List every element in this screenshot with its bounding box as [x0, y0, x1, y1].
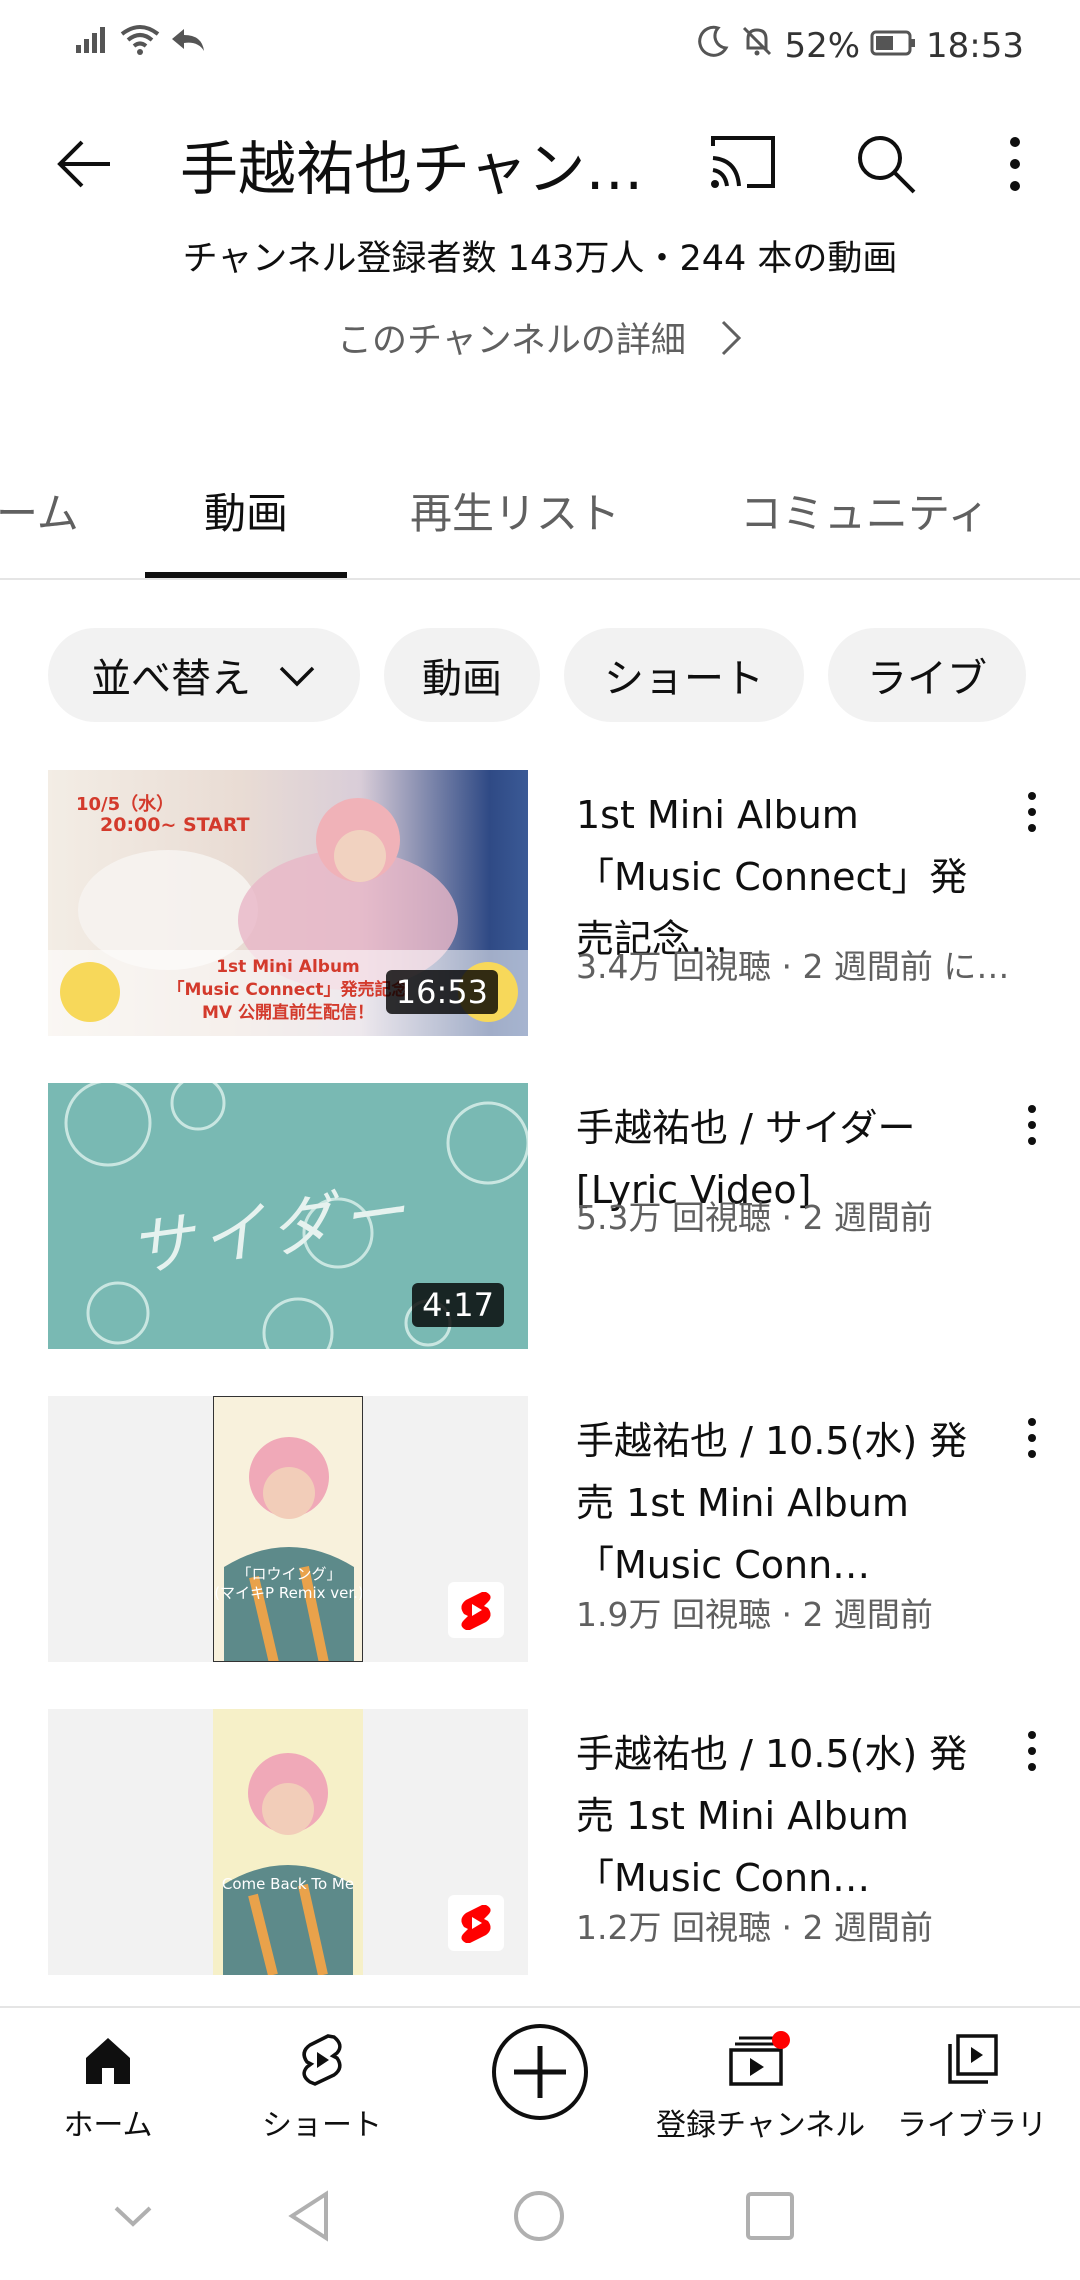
chevron-down-icon[interactable]	[108, 2196, 158, 2240]
video-thumbnail[interactable]: サイダー 4:17	[48, 1083, 528, 1349]
thumb-line2: (マイキP Remix ver.)	[214, 1584, 363, 1602]
video-thumbnail[interactable]: Come Back To Me	[48, 1709, 528, 1975]
search-icon[interactable]	[846, 124, 926, 204]
battery-icon	[870, 26, 916, 66]
details-label: このチャンネルの詳細	[336, 321, 686, 361]
battery-percent: 52%	[784, 25, 861, 66]
sort-chip[interactable]: 並べ替え	[48, 628, 360, 722]
shorts-badge-icon	[448, 1582, 504, 1638]
thumb-caption: 1st Mini Album 「Music Connect」発売記念 MV 公開…	[158, 956, 418, 1025]
channel-title: 手越祐也チャン…	[180, 135, 644, 203]
thumb-date: 10/5（水）	[76, 794, 175, 815]
signal-icon	[74, 25, 110, 59]
video-duration: 16:53	[385, 970, 498, 1014]
back-icon[interactable]	[50, 124, 130, 204]
create-button[interactable]	[440, 2022, 640, 2126]
thumb-time: 20:00~ START	[100, 814, 250, 836]
video-meta: 5.3万 回視聴 · 2 週間前	[576, 1198, 933, 1237]
back-arrow-icon	[170, 25, 206, 59]
thumb-caption: 「ロウイング」 (マイキP Remix ver.)	[214, 1565, 363, 1603]
more-vert-icon[interactable]	[1010, 1410, 1054, 1470]
nav-subscriptions-label: 登録チャンネル	[656, 2108, 866, 2143]
short-frame: Come Back To Me	[213, 1709, 363, 1975]
tab-home[interactable]: ーム	[0, 480, 79, 541]
tab-playlists[interactable]: 再生リスト	[410, 480, 620, 541]
shorts-icon	[302, 2034, 342, 2086]
thumb-line2: 「Music Connect」発売記念	[167, 980, 409, 1000]
nav-home-icon[interactable]	[511, 2188, 567, 2248]
shorts-chip[interactable]: ショート	[564, 628, 804, 722]
subscriber-count: チャンネル登録者数 143万人・244 本の動画	[182, 239, 898, 279]
top-app-bar: 手越祐也チャン…	[0, 100, 1080, 230]
video-duration: 4:17	[412, 1283, 504, 1327]
more-vert-icon[interactable]	[1010, 1097, 1054, 1157]
nav-subscriptions[interactable]: 登録チャンネル	[656, 2030, 866, 2144]
video-title[interactable]: 手越祐也 / 10.5(水) 発売 1st Mini Album「Music C…	[576, 1723, 996, 1909]
chevron-right-icon	[719, 318, 743, 367]
more-vert-icon[interactable]	[975, 124, 1055, 204]
video-item[interactable]: サイダー 4:17 手越祐也 / サイダー [Lyric Video] 5.3万…	[0, 1083, 1080, 1363]
nav-library[interactable]: ライブラリ	[872, 2030, 1072, 2144]
nav-shorts-label: ショート	[262, 2108, 382, 2143]
thumb-line1: 「ロウイング」	[236, 1565, 342, 1583]
bottom-navigation: ホーム ショート 登録チャンネル ライブラリ	[0, 2006, 1080, 2158]
thumbnail-art	[223, 1753, 353, 1975]
video-item[interactable]: Come Back To Me 手越祐也 / 10.5(水) 発売 1st Mi…	[0, 1709, 1080, 1989]
status-time: 18:53	[926, 25, 1024, 66]
more-vert-icon[interactable]	[1010, 784, 1054, 844]
library-icon	[948, 2034, 998, 2084]
thumbnail-art	[224, 1437, 354, 1661]
channel-details-link[interactable]: このチャンネルの詳細	[0, 312, 1080, 367]
thumb-line1: 1st Mini Album	[216, 957, 360, 977]
channel-tabs: ーム 動画 再生リスト コミュニティ	[0, 440, 1080, 580]
video-item[interactable]: 「ロウイング」 (マイキP Remix ver.) 手越祐也 / 10.5(水)…	[0, 1396, 1080, 1676]
active-tab-indicator	[145, 572, 347, 578]
system-navigation-bar	[0, 2156, 1080, 2280]
cast-icon[interactable]	[703, 124, 783, 204]
live-chip[interactable]: ライブ	[828, 628, 1026, 722]
video-meta: 1.2万 回視聴 · 2 週間前	[576, 1908, 933, 1947]
video-meta: 3.4万 回視聴 · 2 週間前 に…	[576, 947, 1010, 986]
video-thumbnail[interactable]: 10/5（水） 20:00~ START 1st Mini Album 「Mus…	[48, 770, 528, 1036]
status-bar: 52% 18:53	[0, 0, 1080, 92]
shorts-badge-icon	[448, 1895, 504, 1951]
tab-videos[interactable]: 動画	[204, 480, 288, 541]
nav-recents-icon[interactable]	[742, 2188, 798, 2248]
video-thumbnail[interactable]: 「ロウイング」 (マイキP Remix ver.)	[48, 1396, 528, 1662]
chevron-down-icon	[277, 652, 317, 698]
subscriptions-icon	[729, 2031, 790, 2086]
videos-chip[interactable]: 動画	[384, 628, 540, 722]
video-item[interactable]: 10/5（水） 20:00~ START 1st Mini Album 「Mus…	[0, 770, 1080, 1050]
nav-home-label: ホーム	[63, 2108, 153, 2143]
wifi-icon	[120, 24, 160, 60]
nav-back-icon[interactable]	[282, 2188, 338, 2248]
thumb-line3: MV 公開直前生配信！	[202, 1003, 374, 1023]
video-title[interactable]: 手越祐也 / 10.5(水) 発売 1st Mini Album「Music C…	[576, 1410, 996, 1596]
thumb-line1: Come Back To Me	[221, 1875, 355, 1893]
home-icon	[86, 2038, 130, 2084]
nav-home[interactable]: ホーム	[8, 2030, 208, 2144]
sort-chip-label: 並べ替え	[91, 656, 251, 702]
more-vert-icon[interactable]	[1010, 1723, 1054, 1783]
add-circle-icon	[492, 2024, 588, 2120]
nav-shorts[interactable]: ショート	[222, 2030, 422, 2144]
short-frame: 「ロウイング」 (マイキP Remix ver.)	[213, 1396, 363, 1662]
tab-community[interactable]: コミュニティ	[740, 480, 989, 541]
mute-bell-icon	[740, 24, 774, 67]
moon-icon	[696, 24, 730, 67]
nav-library-label: ライブラリ	[897, 2108, 1047, 2143]
video-meta: 1.9万 回視聴 · 2 週間前	[576, 1595, 933, 1634]
